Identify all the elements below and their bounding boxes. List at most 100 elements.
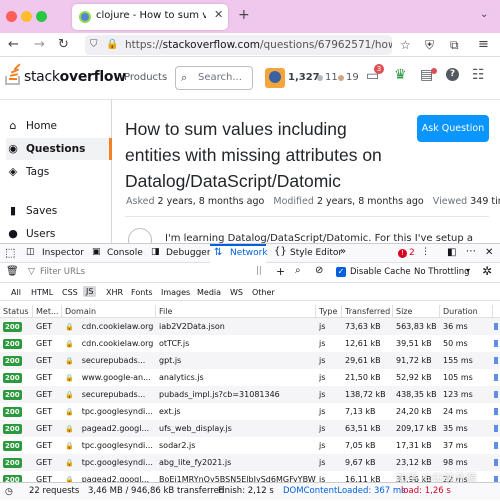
minimize-window-button[interactable] (21, 11, 32, 22)
table-row[interactable]: 200 GET 🔒 tpc.googlesyndi... ext.js js 7,13 kB… (0, 403, 500, 420)
help-icon[interactable]: ? (446, 68, 459, 81)
throttling-select[interactable]: No Throttling (414, 267, 470, 277)
sidebar-item-questions[interactable]: ◉ Questions (6, 138, 112, 160)
col-transferred[interactable]: Transferred (342, 305, 393, 317)
question-title[interactable]: How to sum values including entities wit… (125, 116, 405, 194)
close-tab-icon[interactable]: ✕ (214, 8, 223, 21)
type-html[interactable]: HTML (31, 288, 53, 297)
sidebar-item-home[interactable]: ⌂ Home (6, 115, 112, 137)
table-row[interactable]: 200 GET 🔒 www.google-an... analytics.js js 21,… (0, 369, 500, 386)
ask-question-button[interactable]: Ask Question (417, 115, 489, 142)
table-row[interactable]: 200 GET 🔒 tpc.googlesyndi... sodar2.js js 7,05… (0, 437, 500, 454)
browser-tab[interactable]: clojure - How to sum values incl ✕ (72, 4, 228, 30)
table-row[interactable]: 200 GET 🔒 cdn.cookielaw.org iab2V2Data.json j… (0, 318, 500, 335)
tab-console[interactable]: Console (107, 248, 143, 258)
col-domain[interactable]: Domain (62, 305, 156, 317)
domain-text: www.google-an... (81, 373, 151, 382)
element-picker-icon[interactable]: ⬚ (5, 246, 15, 259)
cell-size: 23,12 kB (396, 458, 432, 467)
table-row[interactable]: 200 GET 🔒 cdn.cookielaw.org otTCF.js js 12,61 … (0, 335, 500, 352)
sidebar-item-tags[interactable]: ◈ Tags (6, 161, 112, 183)
disable-cache-label[interactable]: Disable Cache (350, 267, 411, 277)
tab-inspector[interactable]: Inspector (42, 248, 84, 258)
so-logo-icon[interactable] (5, 63, 25, 88)
type-xhr[interactable]: XHR (106, 288, 123, 297)
block-icon[interactable]: ⊘ (315, 265, 323, 276)
table-row[interactable]: 200 GET 🔒 securepubads... gpt.js js 29,61 kB 91… (0, 352, 500, 369)
table-row[interactable]: 200 GET 🔒 tpc.googlesyndi... abg_lite_fy2021… (0, 454, 500, 471)
forward-icon[interactable]: → (34, 36, 45, 54)
achievements-trophy-icon[interactable]: ♛ (394, 67, 407, 83)
cell-method: GET (36, 475, 53, 482)
tab-network-active[interactable]: ⇅ Network (210, 244, 268, 263)
reload-icon[interactable]: ↻ (58, 36, 69, 54)
devtools-menu-icon[interactable]: ⋯ (466, 246, 476, 257)
sidebar-item-users[interactable]: ● Users (6, 223, 112, 245)
table-row[interactable]: 200 GET 🔒 pagead2.googl... ufs_web_display.j… (0, 420, 500, 437)
modified-value[interactable]: 2 years, 8 months ago (317, 196, 424, 207)
col-status[interactable]: Status (0, 305, 33, 317)
type-css[interactable]: CSS (62, 288, 78, 297)
type-other[interactable]: Other (252, 288, 275, 297)
cell-method: GET (36, 390, 53, 399)
search-requests-icon[interactable]: ⌕ (295, 265, 301, 276)
cell-status: 200 (0, 471, 33, 482)
status-badge: 200 (3, 407, 22, 417)
cell-transferred: 73,63 kB (345, 322, 381, 331)
pause-icon[interactable]: || (256, 266, 262, 276)
gear-icon[interactable]: ✲ (482, 264, 492, 278)
cell-method: GET (36, 441, 53, 450)
type-fonts[interactable]: Fonts (131, 288, 153, 297)
list-tabs-icon[interactable]: ⌄ (480, 9, 488, 20)
avatar[interactable] (265, 68, 285, 88)
so-logo-text[interactable]: stackoverflow (24, 69, 126, 85)
new-tab-icon[interactable]: + (238, 7, 250, 23)
devtools-close-icon[interactable]: ✕ (485, 247, 493, 258)
chevron-down-icon[interactable]: ▾ (466, 266, 470, 275)
type-images[interactable]: Images (161, 288, 190, 297)
search-icon: ⌕ (181, 71, 188, 84)
type-all[interactable]: All (11, 288, 21, 297)
status-badge: 200 (3, 441, 22, 451)
col-file[interactable]: File (156, 305, 316, 317)
request-blocking-icon[interactable]: + (276, 265, 285, 278)
lock-icon[interactable]: 🔒 (106, 35, 118, 55)
col-waterfall[interactable] (493, 305, 500, 317)
back-icon[interactable]: ← (8, 36, 19, 54)
dock-icon[interactable]: ◧ (447, 247, 456, 258)
type-ws[interactable]: WS (230, 288, 243, 297)
url-bar[interactable]: ⛉ 🔒 https://stackoverflow.com/questions/… (85, 35, 392, 55)
tab-title: clojure - How to sum values incl (96, 10, 206, 21)
col-size[interactable]: Size (393, 305, 440, 317)
domain-text: securepubads... (81, 390, 146, 399)
disable-cache-checkbox[interactable]: ✓ (336, 267, 346, 277)
menu-icon[interactable]: ≡ (478, 36, 489, 54)
col-method[interactable]: Met... (33, 305, 62, 317)
tab-network[interactable]: Network (230, 248, 268, 258)
reputation-count[interactable]: 1,327 (288, 72, 320, 83)
filter-icon: ▽ (28, 267, 35, 277)
more-tabs-icon[interactable]: » (340, 246, 346, 257)
site-switcher-icon[interactable]: ☷ (472, 67, 485, 83)
col-type[interactable]: Type (316, 305, 342, 317)
tab-style-editor[interactable]: Style Editor (290, 248, 342, 258)
type-media[interactable]: Media (197, 288, 221, 297)
shield-icon[interactable]: ⛉ (90, 35, 98, 55)
error-count[interactable]: 2 (409, 248, 415, 258)
bookmark-star-icon[interactable]: ☆ (400, 36, 411, 54)
tab-debugger[interactable]: Debugger (166, 248, 211, 258)
cell-file: abg_lite_fy2021.js (159, 458, 232, 467)
close-window-button[interactable] (6, 11, 17, 22)
devtools-options-icon[interactable]: ⋮ (421, 247, 430, 257)
maximize-window-button[interactable] (36, 11, 47, 22)
so-search-input[interactable]: ⌕ Search... (175, 66, 253, 90)
pocket-icon[interactable]: ⛨ (425, 36, 434, 54)
filter-urls-input[interactable]: Filter URLs (40, 267, 85, 277)
sidebar-item-saves[interactable]: ▮ Saves (6, 200, 112, 222)
col-duration[interactable]: Duration (440, 305, 493, 317)
trash-icon[interactable]: 🗑 (6, 266, 19, 277)
products-link[interactable]: Products (124, 72, 167, 83)
type-js[interactable]: JS (83, 286, 97, 297)
table-row[interactable]: 200 GET 🔒 securepubads... pubads_impl.js?cb=… (0, 386, 500, 403)
extensions-icon[interactable]: ⧉ (450, 36, 459, 54)
